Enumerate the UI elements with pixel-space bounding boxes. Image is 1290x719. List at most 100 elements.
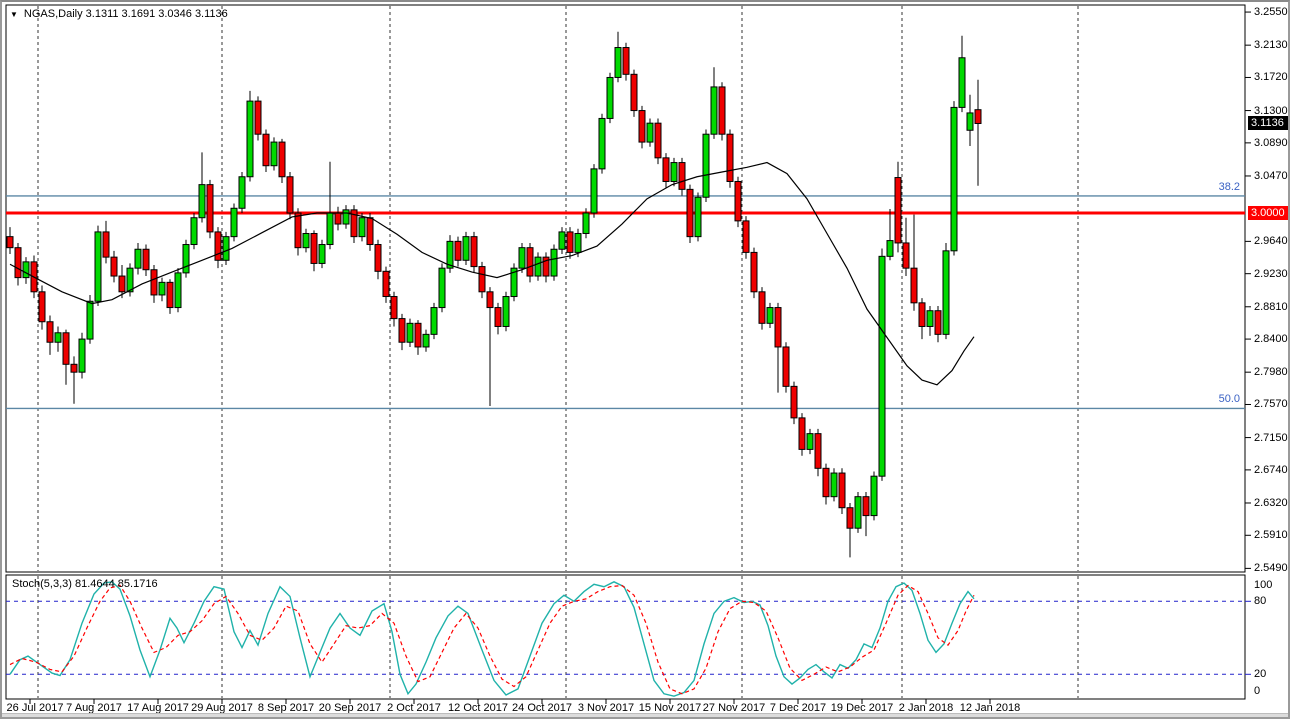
candle-bullish xyxy=(430,307,438,335)
main-pane-border xyxy=(5,4,1246,573)
candle-bearish xyxy=(814,433,822,469)
candle-bearish xyxy=(70,363,78,373)
candle-bullish xyxy=(558,231,566,250)
chart-canvas[interactable] xyxy=(2,2,1290,719)
price-tick-label: 2.8810 xyxy=(1254,300,1288,313)
chart-title: NGAS,Daily 3.1311 3.1691 3.0346 3.1136 xyxy=(23,8,228,20)
candle-bearish xyxy=(470,236,478,268)
candle-bearish xyxy=(798,417,806,450)
price-tick-label: 2.7980 xyxy=(1254,366,1288,379)
red-line-price-badge: 3.0000 xyxy=(1248,206,1288,220)
candle-bearish xyxy=(278,141,286,178)
candle-bullish xyxy=(806,433,814,450)
candle-bullish xyxy=(518,247,526,269)
symbol-dropdown-icon[interactable]: ▼ xyxy=(10,10,18,19)
candle-bullish xyxy=(198,184,206,219)
stoch-tick-label: 80 xyxy=(1254,595,1267,608)
stoch-indicator-label: Stoch(5,3,3) 81.4644 85.1716 xyxy=(12,578,158,590)
stoch-signal-line xyxy=(9,584,975,695)
stoch-main-line xyxy=(9,581,975,697)
candle-bearish xyxy=(918,302,926,327)
candle-bullish xyxy=(158,281,166,296)
candle-bearish xyxy=(262,133,270,167)
candle-bullish xyxy=(646,122,654,143)
candle-bullish xyxy=(174,272,182,309)
candle-bearish xyxy=(294,212,302,249)
candle-bearish xyxy=(758,291,766,324)
candle-bearish xyxy=(118,275,126,293)
candle-bearish xyxy=(934,310,942,335)
candle-bullish xyxy=(134,248,142,269)
candle-bullish xyxy=(246,100,254,178)
candle-bearish xyxy=(38,291,46,323)
stoch-tick-label: 100 xyxy=(1254,579,1273,591)
candle-bearish xyxy=(654,122,662,159)
candle-bullish xyxy=(502,296,510,327)
candle-bullish xyxy=(462,236,470,261)
candle-bullish xyxy=(342,209,350,225)
candle-bearish xyxy=(478,266,486,293)
candle-bearish xyxy=(822,467,830,498)
candle-bearish xyxy=(398,318,406,343)
candle-bearish xyxy=(390,296,398,320)
stoch-tick-label: 20 xyxy=(1254,668,1267,681)
candle-bearish xyxy=(414,322,422,348)
candle-bearish xyxy=(14,247,22,279)
candle-bullish xyxy=(830,472,838,498)
candle-bullish xyxy=(22,261,30,279)
candle-bearish xyxy=(334,212,342,225)
price-tick-label: 3.1300 xyxy=(1254,104,1288,117)
price-tick-label: 2.7150 xyxy=(1254,431,1288,444)
candle-bearish xyxy=(662,157,670,182)
candle-bearish xyxy=(366,217,374,246)
fibo-level-label: 50.0 xyxy=(1218,393,1240,406)
candle-bullish xyxy=(438,267,446,309)
candle-bearish xyxy=(974,109,982,124)
price-tick-label: 2.5490 xyxy=(1254,562,1288,575)
candle-bearish xyxy=(630,73,638,112)
price-tick-label: 2.5910 xyxy=(1254,529,1288,542)
candle-bullish xyxy=(422,333,430,348)
price-tick-label: 2.6320 xyxy=(1254,496,1288,509)
candle-bearish xyxy=(374,244,382,272)
candle-bearish xyxy=(142,248,150,271)
candle-bearish xyxy=(838,472,846,509)
candle-bearish xyxy=(902,242,910,269)
price-tick-label: 3.2130 xyxy=(1254,39,1288,52)
candle-bearish xyxy=(6,236,14,249)
stoch-pane-border xyxy=(5,574,1246,700)
candle-bullish xyxy=(694,196,702,238)
candle-bullish xyxy=(406,322,414,343)
candle-bearish xyxy=(790,385,798,419)
candle-bullish xyxy=(966,112,974,131)
candle-bearish xyxy=(894,177,902,244)
chart-title-row: ▼ NGAS,Daily 3.1311 3.1691 3.0346 3.1136 xyxy=(10,8,228,20)
candle-bullish xyxy=(710,86,718,135)
candle-bullish xyxy=(94,231,102,302)
candle-bearish xyxy=(734,180,742,222)
candle-bearish xyxy=(638,110,646,143)
candle-bullish xyxy=(550,248,558,277)
price-tick-label: 3.1720 xyxy=(1254,71,1288,84)
candle-bearish xyxy=(726,133,734,182)
price-tick-label: 3.0890 xyxy=(1254,136,1288,149)
candle-bearish xyxy=(46,321,54,343)
candle-bullish xyxy=(126,267,134,293)
candle-bullish xyxy=(926,310,934,327)
candle-bearish xyxy=(110,256,118,277)
candle-bullish xyxy=(950,106,958,252)
candle-bullish xyxy=(86,300,94,340)
candle-bearish xyxy=(254,100,262,135)
candle-bullish xyxy=(614,47,622,78)
candle-bullish xyxy=(958,57,966,108)
candle-bearish xyxy=(686,188,694,238)
candle-bearish xyxy=(774,307,782,348)
candle-bullish xyxy=(886,240,894,257)
fibo-level-label: 38.2 xyxy=(1218,180,1240,193)
candle-bullish xyxy=(670,162,678,182)
candle-bullish xyxy=(302,232,310,249)
price-tick-label: 2.7570 xyxy=(1254,398,1288,411)
candle-bullish xyxy=(326,212,334,246)
candle-bearish xyxy=(526,247,534,277)
candle-bearish xyxy=(206,184,214,233)
